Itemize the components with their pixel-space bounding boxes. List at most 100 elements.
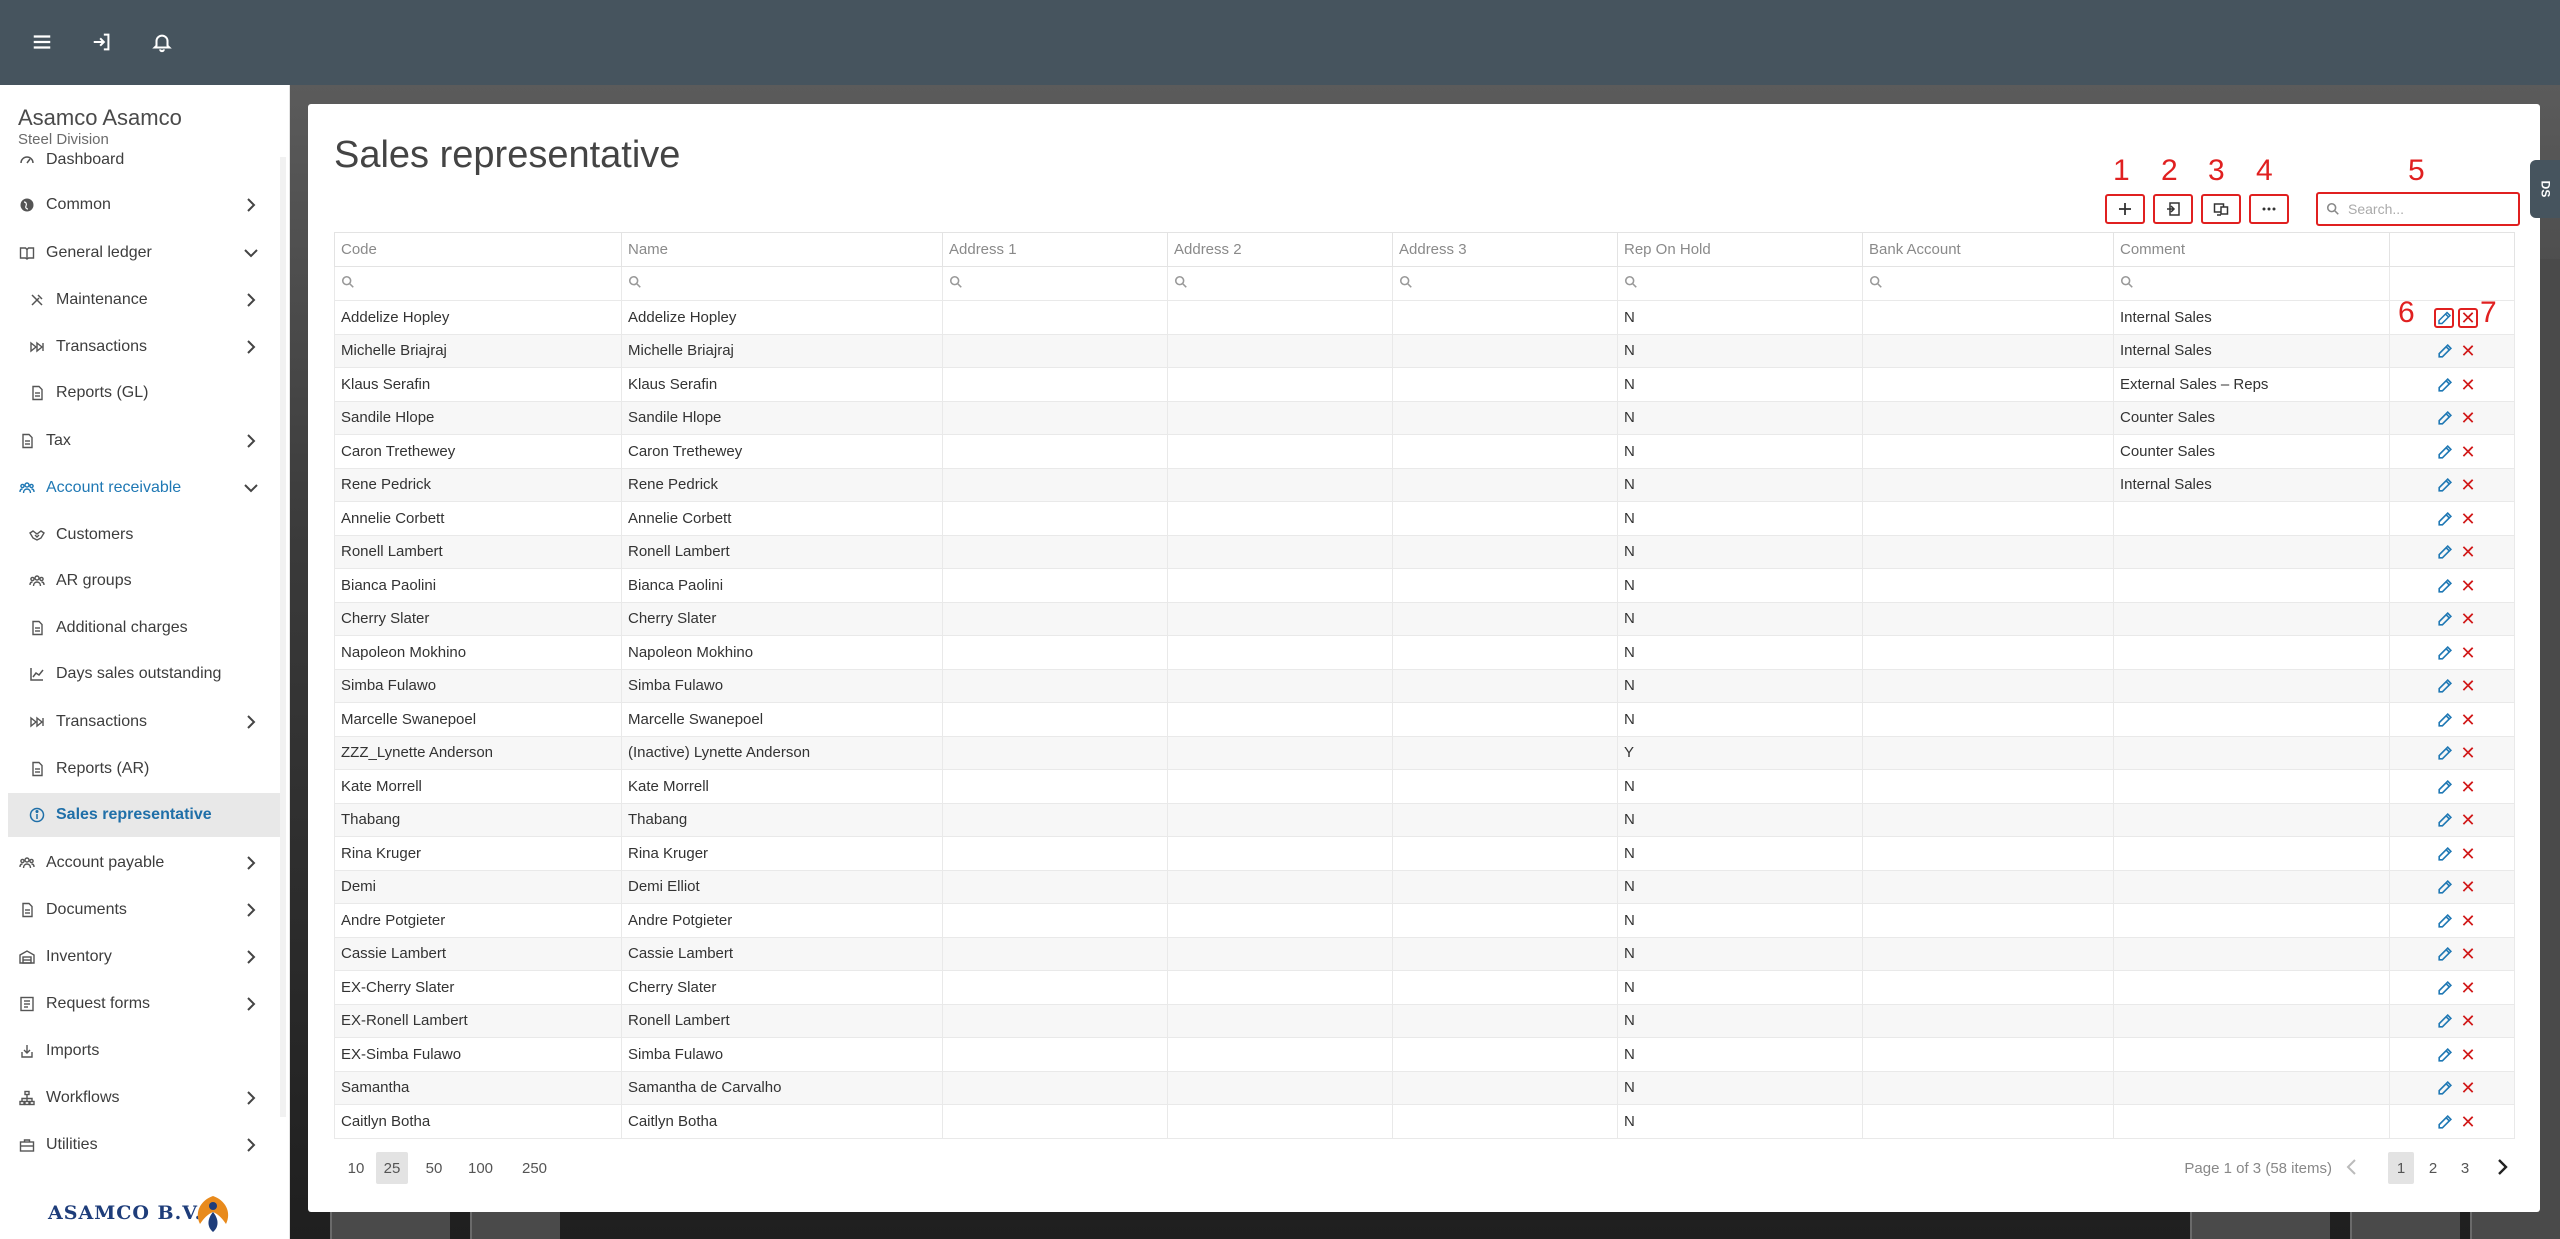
table-row[interactable]: Rina Kruger Rina Kruger N ✕ (334, 836, 2515, 871)
add-button[interactable] (2105, 194, 2145, 224)
export-button[interactable] (2153, 194, 2193, 224)
column-header-name[interactable]: Name (621, 232, 943, 267)
table-row[interactable]: Rene Pedrick Rene Pedrick N Internal Sales ✕ (334, 467, 2515, 502)
table-row[interactable]: EX-Simba Fulawo Simba Fulawo N ✕ (334, 1037, 2515, 1072)
edit-button[interactable] (2434, 1045, 2454, 1065)
edit-button[interactable] (2434, 777, 2454, 797)
sidebar-item-utilities[interactable]: Utilities (0, 1123, 280, 1167)
table-row[interactable]: EX-Cherry Slater Cherry Slater N ✕ (334, 970, 2515, 1005)
menu-icon[interactable] (26, 26, 58, 58)
sidebar-item-customers[interactable]: Customers (0, 513, 280, 557)
table-row[interactable]: Annelie Corbett Annelie Corbett N ✕ (334, 501, 2515, 536)
chevron-down-icon[interactable] (242, 244, 260, 262)
column-header-address-2[interactable]: Address 2 (1167, 232, 1393, 267)
page-size-option[interactable]: 25 (376, 1152, 408, 1184)
sidebar-item-general-ledger[interactable]: General ledger (0, 231, 280, 275)
chevron-right-icon[interactable] (242, 854, 260, 872)
sidebar-item-transactions[interactable]: Transactions (0, 325, 280, 369)
edit-button[interactable] (2434, 878, 2454, 898)
filter-cell[interactable] (1392, 266, 1618, 301)
filter-cell[interactable] (942, 266, 1168, 301)
chevron-down-icon[interactable] (242, 479, 260, 497)
delete-button[interactable]: ✕ (2458, 1078, 2478, 1099)
delete-button[interactable]: ✕ (2458, 676, 2478, 697)
delete-button[interactable]: ✕ (2458, 509, 2478, 529)
ds-side-tab[interactable]: DS (2530, 160, 2560, 218)
table-row[interactable]: Marcelle Swanepoel Marcelle Swanepoel N ✕ (334, 702, 2515, 737)
delete-button[interactable]: ✕ (2458, 341, 2478, 362)
edit-button[interactable] (2434, 442, 2454, 462)
page-number-button[interactable]: 1 (2388, 1152, 2414, 1184)
delete-button[interactable]: ✕ (2458, 576, 2478, 596)
filter-cell[interactable] (2113, 266, 2390, 301)
sidebar-item-account-payable[interactable]: Account payable (0, 841, 280, 885)
chevron-right-icon[interactable] (242, 901, 260, 919)
page-size-option[interactable]: 250 (516, 1152, 553, 1184)
edit-button[interactable] (2434, 375, 2454, 395)
edit-button[interactable] (2434, 844, 2454, 864)
column-header-code[interactable]: Code (334, 232, 622, 267)
edit-button[interactable] (2434, 1012, 2454, 1032)
filter-cell[interactable] (1617, 266, 1863, 301)
bell-icon[interactable] (146, 26, 178, 58)
edit-button[interactable] (2434, 978, 2454, 998)
sidebar-item-workflows[interactable]: Workflows (0, 1076, 280, 1120)
edit-button[interactable] (2434, 1112, 2454, 1132)
sidebar-item-request-forms[interactable]: Request forms (0, 982, 280, 1026)
sidebar-item-sales-representative[interactable]: Sales representative (8, 793, 280, 837)
chevron-right-icon[interactable] (242, 713, 260, 731)
chevron-right-icon[interactable] (242, 432, 260, 450)
edit-button[interactable] (2434, 811, 2454, 831)
edit-button[interactable] (2434, 643, 2454, 663)
sidebar-item-transactions[interactable]: Transactions (0, 700, 280, 744)
sidebar-item-dashboard[interactable]: Dashboard (0, 138, 280, 182)
page-size-option[interactable]: 100 (462, 1152, 499, 1184)
page-size-option[interactable]: 50 (418, 1152, 450, 1184)
chevron-right-icon[interactable] (242, 1089, 260, 1107)
filter-cell[interactable] (1167, 266, 1393, 301)
edit-button[interactable] (2434, 543, 2454, 563)
table-row[interactable]: Samantha Samantha de Carvalho N ✕ (334, 1070, 2515, 1105)
delete-button[interactable]: ✕ (2458, 710, 2478, 730)
sidebar-item-account-receivable[interactable]: Account receivable (0, 466, 280, 510)
table-row[interactable]: EX-Ronell Lambert Ronell Lambert N ✕ (334, 1003, 2515, 1038)
search-input[interactable] (2348, 201, 2508, 217)
delete-button[interactable]: ✕ (2458, 408, 2478, 429)
filter-cell[interactable] (1862, 266, 2114, 301)
table-row[interactable]: ZZZ_Lynette Anderson (Inactive) Lynette A… (334, 735, 2515, 770)
filter-cell[interactable] (334, 266, 622, 301)
page-number-button[interactable]: 2 (2420, 1152, 2446, 1184)
chevron-right-icon[interactable] (242, 995, 260, 1013)
chevron-right-icon[interactable] (242, 1136, 260, 1154)
delete-button[interactable]: ✕ (2458, 777, 2478, 797)
edit-button[interactable] (2434, 945, 2454, 965)
table-row[interactable]: Cherry Slater Cherry Slater N ✕ (334, 601, 2515, 636)
delete-button[interactable]: ✕ (2458, 944, 2478, 965)
delete-button[interactable]: ✕ (2458, 609, 2478, 630)
delete-button[interactable]: ✕ (2458, 1011, 2478, 1032)
column-header-address-3[interactable]: Address 3 (1392, 232, 1618, 267)
table-row[interactable]: Bianca Paolini Bianca Paolini N ✕ (334, 568, 2515, 603)
delete-button[interactable]: ✕ (2458, 911, 2478, 931)
delete-button[interactable]: ✕ (2458, 978, 2478, 998)
edit-button[interactable] (2434, 342, 2454, 362)
chevron-right-icon[interactable] (242, 948, 260, 966)
table-row[interactable]: Sandile Hlope Sandile Hlope N Counter Sales… (334, 400, 2515, 435)
column-header-address-1[interactable]: Address 1 (942, 232, 1168, 267)
edit-button[interactable] (2434, 677, 2454, 697)
delete-button[interactable]: ✕ (2458, 442, 2478, 462)
sidebar-item-additional-charges[interactable]: Additional charges (0, 606, 280, 650)
delete-button[interactable]: ✕ (2458, 375, 2478, 395)
edit-button[interactable] (2434, 710, 2454, 730)
column-chooser-button[interactable] (2201, 194, 2241, 224)
column-header-bank-account[interactable]: Bank Account (1862, 232, 2114, 267)
edit-button[interactable] (2434, 576, 2454, 596)
delete-button[interactable]: ✕ (2458, 475, 2478, 496)
search-box[interactable] (2316, 192, 2520, 226)
table-row[interactable]: Thabang Thabang N ✕ (334, 802, 2515, 837)
delete-button[interactable]: ✕ (2458, 810, 2478, 831)
sidebar-item-reports-gl[interactable]: Reports (GL) (0, 371, 280, 415)
edit-button[interactable] (2434, 911, 2454, 931)
table-row[interactable]: Andre Potgieter Andre Potgieter N ✕ (334, 903, 2515, 938)
delete-button[interactable]: ✕ (2458, 1045, 2478, 1065)
